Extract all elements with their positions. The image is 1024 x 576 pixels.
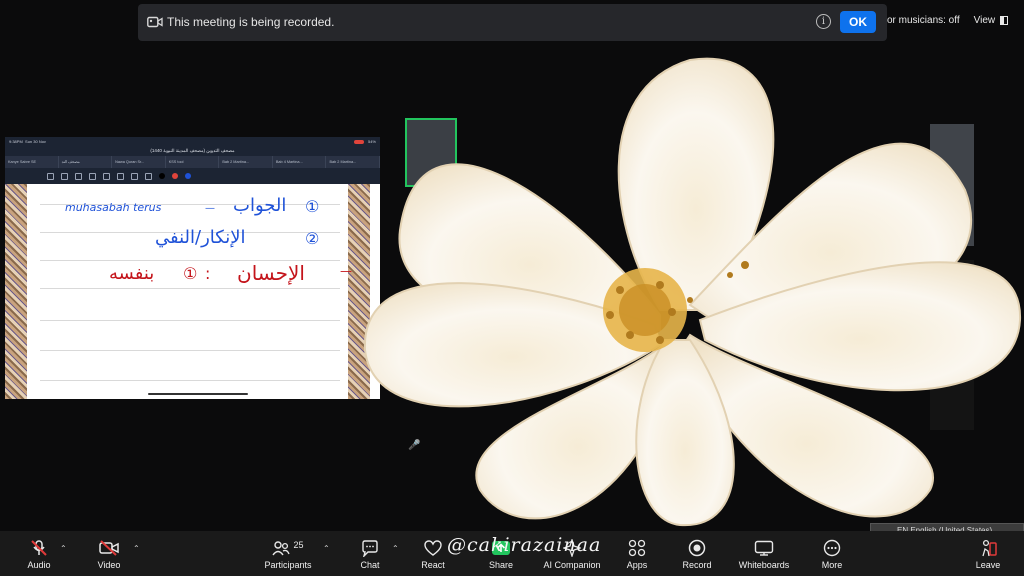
chat-icon — [362, 539, 378, 557]
more-label: More — [821, 560, 843, 570]
pen-tool-icon[interactable] — [47, 172, 54, 180]
recording-banner: This meeting is being recorded. i OK — [138, 4, 887, 41]
ruler-tool-icon[interactable] — [145, 172, 152, 180]
participants-button[interactable]: 25 Participants — [262, 531, 314, 576]
doc-tab[interactable]: KSS tool — [166, 156, 220, 168]
note-arabic-1: الجواب — [233, 195, 287, 216]
musicians-mode-status[interactable]: or musicians: off — [887, 15, 960, 26]
ipad-status-bar: 9:38PM Sun 30 Nov 54% — [5, 137, 380, 146]
note-number-2: ② — [305, 229, 320, 248]
note-latin-text: muhasabah terus — [65, 201, 162, 214]
doc-tab[interactable]: Bab 4 Martina... — [273, 156, 327, 168]
participants-options-caret-icon[interactable]: ⌃ — [323, 544, 330, 553]
mic-muted-icon — [31, 540, 47, 556]
shape-tool-icon[interactable] — [103, 172, 110, 180]
top-right-controls: or musicians: off View — [887, 8, 1009, 33]
black-color-swatch[interactable] — [159, 173, 165, 179]
more-button[interactable]: More — [817, 531, 847, 576]
info-icon[interactable]: i — [816, 14, 831, 29]
view-button[interactable]: View — [974, 15, 1009, 26]
doc-tab[interactable]: Bab 2 Martina... — [219, 156, 273, 168]
doc-tab[interactable]: Kanye Sabre SE — [5, 156, 59, 168]
red-color-swatch[interactable] — [172, 173, 178, 179]
whiteboards-label: Whiteboards — [738, 560, 790, 570]
text-tool-icon[interactable] — [131, 172, 138, 180]
view-label: View — [973, 15, 996, 26]
react-label: React — [421, 560, 445, 570]
recording-text: This meeting is being recorded. — [167, 15, 335, 29]
chat-label: Chat — [360, 560, 380, 570]
blue-color-swatch[interactable] — [185, 173, 191, 179]
note-arabic-2: الإنكار/النفي — [155, 227, 246, 248]
video-button[interactable]: Video — [92, 531, 126, 576]
react-button[interactable]: React — [418, 531, 448, 576]
highlighter-tool-icon[interactable] — [61, 172, 68, 180]
ai-companion-label: AI Companion — [543, 560, 601, 570]
video-label: Video — [97, 560, 121, 570]
note-arabic-3-word: بنفسه — [109, 263, 155, 284]
audio-label: Audio — [27, 560, 51, 570]
leave-button[interactable]: Leave — [972, 531, 1004, 576]
image-tool-icon[interactable] — [117, 172, 124, 180]
record-button[interactable]: Record — [680, 531, 714, 576]
status-date: Sun 30 Nov — [25, 139, 46, 144]
creator-watermark: @cakirazainaa — [447, 534, 602, 556]
pen-toolbar — [5, 168, 380, 184]
participants-count: 25 — [293, 540, 304, 550]
whiteboard-icon — [754, 540, 774, 556]
participants-label: Participants — [264, 560, 312, 570]
page-scroll-indicator[interactable] — [148, 393, 248, 395]
flower-sticker-overlay — [363, 57, 1022, 527]
audio-button[interactable]: Audio — [22, 531, 56, 576]
video-options-caret-icon[interactable]: ⌃ — [133, 544, 140, 553]
leave-icon — [982, 539, 997, 557]
heart-icon — [424, 540, 442, 556]
leave-label: Leave — [975, 560, 1001, 570]
eraser-tool-icon[interactable] — [75, 172, 82, 180]
status-time: 9:38PM — [9, 139, 23, 144]
doc-tabs: Kanye Sabre SE مصحف التد Nawa Quran Sr..… — [5, 156, 380, 168]
chat-options-caret-icon[interactable]: ⌃ — [392, 544, 399, 553]
view-layout-icon — [1000, 16, 1009, 25]
record-icon — [688, 539, 706, 557]
participants-icon — [272, 541, 291, 556]
audio-options-caret-icon[interactable]: ⌃ — [60, 544, 67, 553]
share-label: Share — [488, 560, 514, 570]
note-number-1: ① — [305, 197, 320, 216]
note-arabic-3: الإحسان — [237, 261, 305, 285]
more-dots-icon — [823, 539, 841, 557]
record-label: Record — [682, 560, 712, 570]
whiteboards-button[interactable]: Whiteboards — [736, 531, 792, 576]
doc-tab[interactable]: Nawa Quran Sr... — [112, 156, 166, 168]
doc-tab[interactable]: مصحف التد — [59, 156, 113, 168]
video-off-icon — [99, 540, 119, 556]
doc-title: مصحف التدوين (مصحف المدينة النبوية 1440) — [5, 146, 380, 156]
recording-camera-icon — [147, 16, 163, 28]
shared-screen[interactable]: 9:38PM Sun 30 Nov 54% مصحف التدوين (مصحف… — [5, 137, 380, 399]
note-number-3: ① — [183, 264, 198, 283]
apps-grid-icon — [628, 539, 646, 557]
apps-button[interactable]: Apps — [622, 531, 652, 576]
chat-button[interactable]: Chat — [355, 531, 385, 576]
lasso-tool-icon[interactable] — [89, 172, 96, 180]
notebook-page[interactable]: muhasabah terus — الجواب ① الإنكار/النفي… — [5, 184, 380, 399]
apps-label: Apps — [626, 560, 648, 570]
ok-button[interactable]: OK — [840, 11, 876, 33]
page-ornament-left — [5, 184, 27, 399]
